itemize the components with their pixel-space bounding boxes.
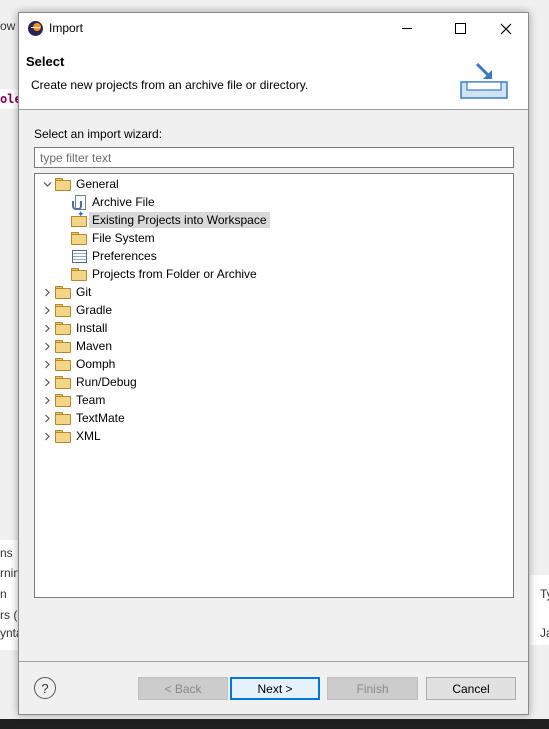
chevron-right-icon[interactable] (40, 339, 54, 353)
wizard-header: Select Create new projects from an archi… (19, 44, 528, 110)
tree-item-existing-projects[interactable]: Existing Projects into Workspace (70, 209, 270, 229)
wizard-body: Select an import wizard: General Archive… (19, 111, 528, 661)
tree-item-label: Projects from Folder or Archive (92, 267, 257, 281)
bg-text-fragment-5: Ty (540, 587, 549, 601)
tree-item-run-debug[interactable]: Run/Debug (40, 373, 140, 391)
folder-icon (54, 339, 71, 353)
folder-icon (54, 411, 71, 425)
minimize-icon (402, 28, 412, 29)
folder-icon (54, 357, 71, 371)
tree-item-label: Maven (76, 339, 113, 353)
tree-item-label: Archive File (92, 195, 155, 209)
bg-text-fragment-2: n (0, 587, 7, 601)
dialog-title: Import (49, 21, 84, 35)
tree-item-label: Preferences (92, 249, 157, 263)
tree-item-label: Git (76, 285, 92, 299)
folder-icon (54, 375, 71, 389)
tree-item-maven[interactable]: Maven (40, 337, 115, 355)
chevron-down-icon[interactable] (40, 177, 54, 191)
tree-item-label: File System (92, 231, 155, 245)
wizard-tree[interactable]: General Archive File Existing Projects i… (34, 173, 514, 598)
finish-button[interactable]: Finish (327, 677, 418, 700)
tree-item-xml[interactable]: XML (40, 427, 104, 445)
bg-text-fragment-4: ynta (0, 626, 18, 640)
chevron-right-icon[interactable] (40, 303, 54, 317)
bg-text-fragment-3: rs (1 (0, 608, 18, 622)
chevron-right-icon[interactable] (40, 393, 54, 407)
button-bar-separator (19, 661, 528, 662)
tree-item-label: General (76, 177, 119, 191)
tree-item-install[interactable]: Install (40, 319, 110, 337)
bg-menu-fragment: ow (0, 19, 16, 33)
import-wizard-icon (460, 62, 508, 99)
bg-tab-fragment: ns (0, 546, 13, 560)
eclipse-icon (28, 21, 43, 36)
archive-file-icon (70, 195, 87, 210)
cancel-button[interactable]: Cancel (426, 677, 516, 700)
help-icon: ? (41, 680, 49, 696)
tree-item-label: Install (76, 321, 108, 335)
tree-item-label: TextMate (76, 411, 125, 425)
close-icon (500, 23, 512, 34)
tree-item-label: Run/Debug (76, 375, 137, 389)
tree-item-oomph[interactable]: Oomph (40, 355, 118, 373)
filter-input[interactable] (34, 147, 514, 168)
folder-icon (54, 285, 71, 299)
import-dialog: Import Select Create new projects from a… (18, 12, 529, 715)
taskbar (0, 719, 549, 729)
tree-item-label: Existing Projects into Workspace (89, 212, 270, 228)
tree-item-textmate[interactable]: TextMate (40, 409, 128, 427)
chevron-right-icon[interactable] (40, 285, 54, 299)
title-bar[interactable]: Import (19, 13, 528, 44)
minimize-button[interactable] (384, 13, 430, 44)
chevron-right-icon[interactable] (40, 411, 54, 425)
folder-open-icon (54, 177, 71, 191)
select-wizard-label: Select an import wizard: (34, 127, 163, 141)
chevron-right-icon[interactable] (40, 375, 54, 389)
back-button[interactable]: < Back (138, 677, 228, 700)
close-button[interactable] (483, 13, 529, 44)
tree-item-label: XML (76, 429, 101, 443)
page-description: Create new projects from an archive file… (31, 78, 309, 92)
chevron-right-icon[interactable] (40, 357, 54, 371)
folder-icon (54, 429, 71, 443)
tree-item-label: Team (76, 393, 106, 407)
preferences-icon (70, 249, 87, 263)
maximize-button[interactable] (437, 13, 483, 44)
tree-item-label: Oomph (76, 357, 116, 371)
folder-icon (54, 321, 71, 335)
folder-icon (70, 267, 87, 281)
folder-icon (54, 393, 71, 407)
tree-item-team[interactable]: Team (40, 391, 108, 409)
help-button[interactable]: ? (34, 677, 56, 699)
page-title: Select (26, 54, 65, 69)
chevron-right-icon[interactable] (40, 321, 54, 335)
bg-code-fragment: ole (0, 92, 18, 106)
tree-item-preferences[interactable]: Preferences (70, 247, 160, 265)
existing-projects-icon (70, 209, 87, 227)
next-button[interactable]: Next > (230, 677, 320, 700)
tree-item-gradle[interactable]: Gradle (40, 301, 115, 319)
tree-item-file-system[interactable]: File System (70, 229, 158, 247)
folder-icon (54, 303, 71, 317)
bg-text-fragment-6: Ja (540, 626, 549, 640)
maximize-icon (454, 23, 466, 34)
bg-text-fragment-1: rnin (0, 566, 18, 580)
tree-item-label: Gradle (76, 303, 113, 317)
tree-item-projects-from-folder[interactable]: Projects from Folder or Archive (70, 265, 260, 283)
tree-item-general[interactable]: General (40, 175, 122, 193)
chevron-right-icon[interactable] (40, 429, 54, 443)
folder-icon (70, 231, 87, 245)
tree-item-git[interactable]: Git (40, 283, 94, 301)
